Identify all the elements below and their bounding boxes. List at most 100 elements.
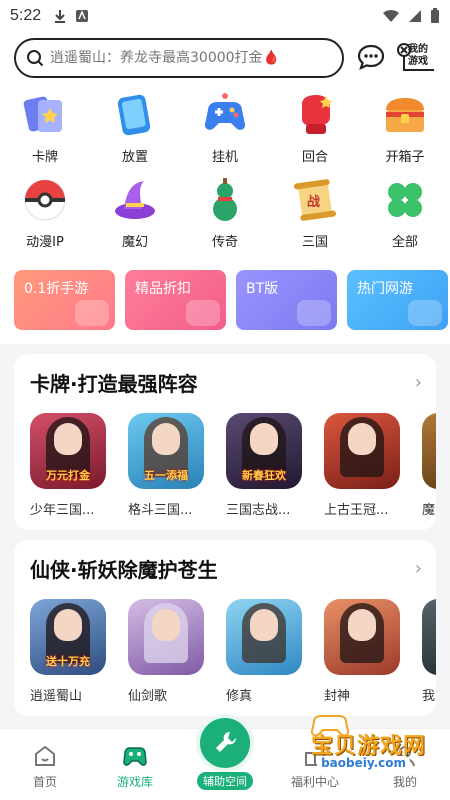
boxing-glove-icon <box>290 90 340 140</box>
game-name: 三国志战... <box>226 503 291 518</box>
section-xianxia-games: 仙侠·斩妖除魔护苍生 › 送十万充 逍遥蜀山 仙剑歌 修真 封神 我... <box>14 540 436 716</box>
banner-label: 0.1折手游 <box>24 281 89 297</box>
game-name: 修真 <box>226 689 253 704</box>
category-open-box[interactable]: 开箱子 <box>360 90 450 165</box>
game-cover: 送十万充 <box>30 599 106 675</box>
banner-premium-discount[interactable]: 精品折扣 <box>125 270 226 330</box>
banner-discount-01[interactable]: 0.1折手游 <box>14 270 115 330</box>
game-name: 仙剑歌 <box>128 689 168 704</box>
my-games-label-line2: 游戏 <box>408 56 428 67</box>
section-title: 卡牌·打造最强阵容 <box>30 372 198 396</box>
clover-icon <box>380 175 430 225</box>
banner-label: 精品折扣 <box>135 281 191 297</box>
game-cover: 五一添福 <box>128 413 204 489</box>
section-card-games: 卡牌·打造最强阵容 › 万元打金 少年三国... 五一添福 格斗三国... 新春狂… <box>14 354 436 530</box>
coupon-icon <box>75 300 109 326</box>
promo-banners: 0.1折手游 精品折扣 BT版 热门网游 <box>0 258 450 344</box>
game-cover <box>324 413 400 489</box>
category-anime-ip[interactable]: 动漫IP <box>0 175 90 250</box>
category-idle[interactable]: 放置 <box>90 90 180 165</box>
game-item[interactable]: 送十万充 逍遥蜀山 <box>30 599 106 704</box>
treasure-chest-icon <box>380 90 430 140</box>
category-three-kingdoms[interactable]: 战 三国 <box>270 175 360 250</box>
game-cover: 新春狂欢 <box>226 413 302 489</box>
site-watermark: 宝贝游戏网 baobeiy.com <box>280 715 430 778</box>
section-header[interactable]: 仙侠·斩妖除魔护苍生 › <box>30 554 436 583</box>
tab-game-library[interactable]: 游戏库 <box>90 743 180 790</box>
game-cover <box>324 599 400 675</box>
search-icon <box>27 50 44 67</box>
category-label: 回合 <box>301 150 328 165</box>
watermark-domain: baobeiy.com <box>317 756 410 770</box>
svg-text:战: 战 <box>307 194 320 210</box>
tab-home[interactable]: 首页 <box>0 743 90 790</box>
banner-hot-online[interactable]: 热门网游 <box>347 270 448 330</box>
category-legend[interactable]: 传奇 <box>180 175 270 250</box>
category-label: 三国 <box>301 235 328 250</box>
my-games-label: 我的 游戏 <box>408 44 428 68</box>
category-label: 全部 <box>391 235 418 250</box>
game-item[interactable]: 仙剑歌 <box>128 599 204 704</box>
game-item[interactable]: 新春狂欢 三国志战... <box>226 413 302 518</box>
game-cover <box>422 599 436 675</box>
game-list: 万元打金 少年三国... 五一添福 格斗三国... 新春狂欢 三国志战... 上… <box>30 413 436 518</box>
flame-icon <box>408 300 442 326</box>
game-item[interactable]: 魔... <box>422 413 436 518</box>
gamepad-icon <box>297 300 331 326</box>
message-icon[interactable] <box>356 43 386 73</box>
banner-bt-version[interactable]: BT版 <box>236 270 337 330</box>
game-item[interactable]: 我... <box>422 599 436 704</box>
game-name: 上古王冠... <box>324 503 389 518</box>
category-turn-based[interactable]: 回合 <box>270 90 360 165</box>
tab-label: 游戏库 <box>116 775 153 789</box>
tab-assist-space[interactable]: 辅助空间 <box>180 714 270 790</box>
cover-tag: 万元打金 <box>46 469 90 482</box>
tab-label: 辅助空间 <box>197 772 253 790</box>
game-item[interactable]: 封神 <box>324 599 400 704</box>
category-all[interactable]: 全部 <box>360 175 450 250</box>
category-label: 放置 <box>121 150 148 165</box>
category-afk[interactable]: 挂机 <box>180 90 270 165</box>
game-name: 少年三国... <box>30 503 95 518</box>
game-item[interactable]: 上古王冠... <box>324 413 400 518</box>
scroll-icon: 战 <box>290 175 340 225</box>
game-name: 魔... <box>422 503 436 518</box>
section-title: 仙侠·斩妖除魔护苍生 <box>30 558 218 582</box>
category-label: 动漫IP <box>26 235 64 250</box>
top-bar: 我的游戏 <box>0 32 450 84</box>
battery-icon <box>431 8 439 23</box>
game-item[interactable]: 五一添福 格斗三国... <box>128 413 204 518</box>
game-item[interactable]: 万元打金 少年三国... <box>30 413 106 518</box>
pokeball-icon <box>20 175 70 225</box>
cover-tag: 五一添福 <box>144 469 188 482</box>
game-name: 格斗三国... <box>128 503 193 518</box>
status-bar: 5:22 <box>0 0 450 32</box>
game-cover <box>422 413 436 489</box>
phone-icon <box>110 90 160 140</box>
category-label: 传奇 <box>211 235 238 250</box>
wifi-icon <box>383 9 399 22</box>
download-icon <box>55 10 66 23</box>
gamepad-icon <box>200 90 250 140</box>
banner-label: BT版 <box>246 281 279 297</box>
my-games-button[interactable]: 我的 游戏 <box>396 40 436 76</box>
search-input[interactable] <box>50 50 332 66</box>
game-library-icon <box>123 747 147 766</box>
my-games-label-line1: 我的 <box>408 44 428 55</box>
game-name: 逍遥蜀山 <box>30 689 83 704</box>
cover-tag: 送十万充 <box>46 655 90 668</box>
gourd-icon <box>200 175 250 225</box>
search-bar[interactable] <box>14 38 344 78</box>
banner-label: 热门网游 <box>357 281 413 297</box>
category-label: 卡牌 <box>31 150 58 165</box>
game-item[interactable]: 修真 <box>226 599 302 704</box>
section-header[interactable]: 卡牌·打造最强阵容 › <box>30 368 436 397</box>
chevron-right-icon[interactable]: › <box>415 558 422 579</box>
category-label: 挂机 <box>211 150 238 165</box>
category-fantasy[interactable]: 魔幻 <box>90 175 180 250</box>
category-cards[interactable]: 卡牌 <box>0 90 90 165</box>
chevron-right-icon[interactable]: › <box>415 372 422 393</box>
signal-icon <box>409 10 421 22</box>
home-icon <box>35 745 55 766</box>
game-cover <box>226 599 302 675</box>
